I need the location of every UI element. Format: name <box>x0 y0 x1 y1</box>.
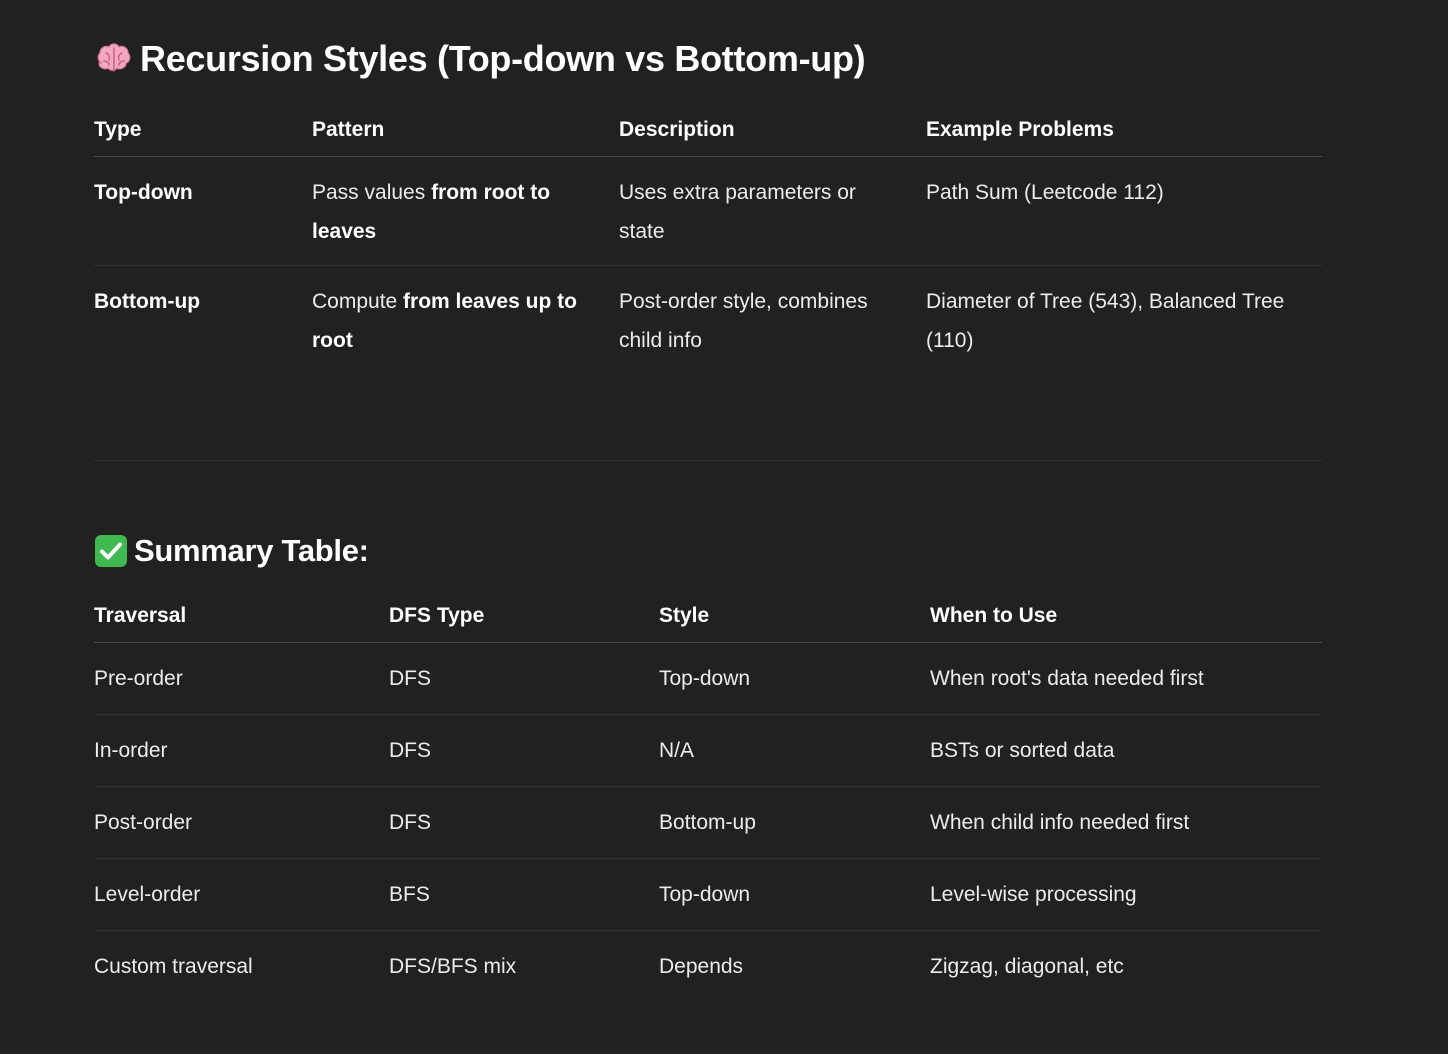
table-cell: Pass values from root to leaves <box>312 156 619 266</box>
section-heading-recursion-styles: Recursion Styles (Top-down vs Bottom-up) <box>94 38 866 80</box>
table-cell: Uses extra parameters or state <box>619 156 926 266</box>
table-cell: BSTs or sorted data <box>930 714 1322 787</box>
table-cell: Level-wise processing <box>930 858 1322 931</box>
section-heading-summary-table: Summary Table: <box>94 533 369 569</box>
table-row: Custom traversal DFS/BFS mix Depends Zig… <box>94 931 1322 1003</box>
table-cell: When root's data needed first <box>930 642 1322 715</box>
table-row: Post-order DFS Bottom-up When child info… <box>94 786 1322 859</box>
table-cell: Post-order style, combines child info <box>619 290 868 352</box>
column-header: Description <box>619 104 926 157</box>
table-cell: Level-order <box>94 858 389 931</box>
table-row: Level-order BFS Top-down Level-wise proc… <box>94 858 1322 931</box>
table-header-row: Type Pattern Description Example Problem… <box>94 104 1322 157</box>
column-header: Traversal <box>94 590 389 643</box>
table-cell: DFS <box>389 642 659 715</box>
table-cell: Top-down <box>659 858 930 931</box>
section-title: Summary Table: <box>134 533 369 568</box>
table-cell: Bottom-up <box>659 786 930 859</box>
table-header-row: Traversal DFS Type Style When to Use <box>94 590 1322 643</box>
table-cell: Path Sum (Leetcode 112) <box>926 156 1322 266</box>
table-row: Pre-order DFS Top-down When root's data … <box>94 642 1322 715</box>
table-cell: Top-down <box>659 642 930 715</box>
section-title: Recursion Styles (Top-down vs Bottom-up) <box>140 38 866 79</box>
column-header: When to Use <box>930 590 1322 643</box>
table-cell: Top-down <box>94 156 312 266</box>
cell-type: Bottom-up <box>94 290 201 313</box>
horizontal-divider <box>94 460 1322 461</box>
recursion-styles-table: Type Pattern Description Example Problem… <box>94 104 1322 374</box>
summary-table: Traversal DFS Type Style When to Use Pre… <box>94 590 1322 1002</box>
table-cell: Zigzag, diagonal, etc <box>930 955 1124 978</box>
table-cell: Diameter of Tree (543), Balanced Tree (1… <box>926 290 1285 352</box>
table-cell: Depends <box>659 955 744 978</box>
table-cell: In-order <box>94 714 389 787</box>
column-header: Style <box>659 590 930 643</box>
table-row: Top-down Pass values from root to leaves… <box>94 156 1322 266</box>
check-mark-icon <box>94 534 128 568</box>
table-row: Bottom-up Compute from leaves up to root… <box>94 266 1322 375</box>
table-cell: Compute from leaves up to root <box>312 266 619 375</box>
table-cell: Bottom-up <box>94 266 312 375</box>
column-header: Type <box>94 104 312 157</box>
table-row: In-order DFS N/A BSTs or sorted data <box>94 714 1322 787</box>
cell-type: Top-down <box>94 181 193 204</box>
column-header: Example Problems <box>926 104 1322 157</box>
column-header: Pattern <box>312 104 619 157</box>
table-cell: Pre-order <box>94 642 389 715</box>
cell-pattern-text: Compute <box>312 290 404 313</box>
table-cell: When child info needed first <box>930 786 1322 859</box>
table-cell: Post-order <box>94 786 389 859</box>
table-cell: DFS/BFS mix <box>389 955 517 978</box>
brain-icon <box>94 39 134 79</box>
cell-pattern-text: Pass values <box>312 181 432 204</box>
table-cell: BFS <box>389 858 659 931</box>
column-header: DFS Type <box>389 590 659 643</box>
table-cell: DFS <box>389 714 659 787</box>
table-cell: Custom traversal <box>94 955 253 978</box>
table-cell: DFS <box>389 786 659 859</box>
table-cell: N/A <box>659 714 930 787</box>
